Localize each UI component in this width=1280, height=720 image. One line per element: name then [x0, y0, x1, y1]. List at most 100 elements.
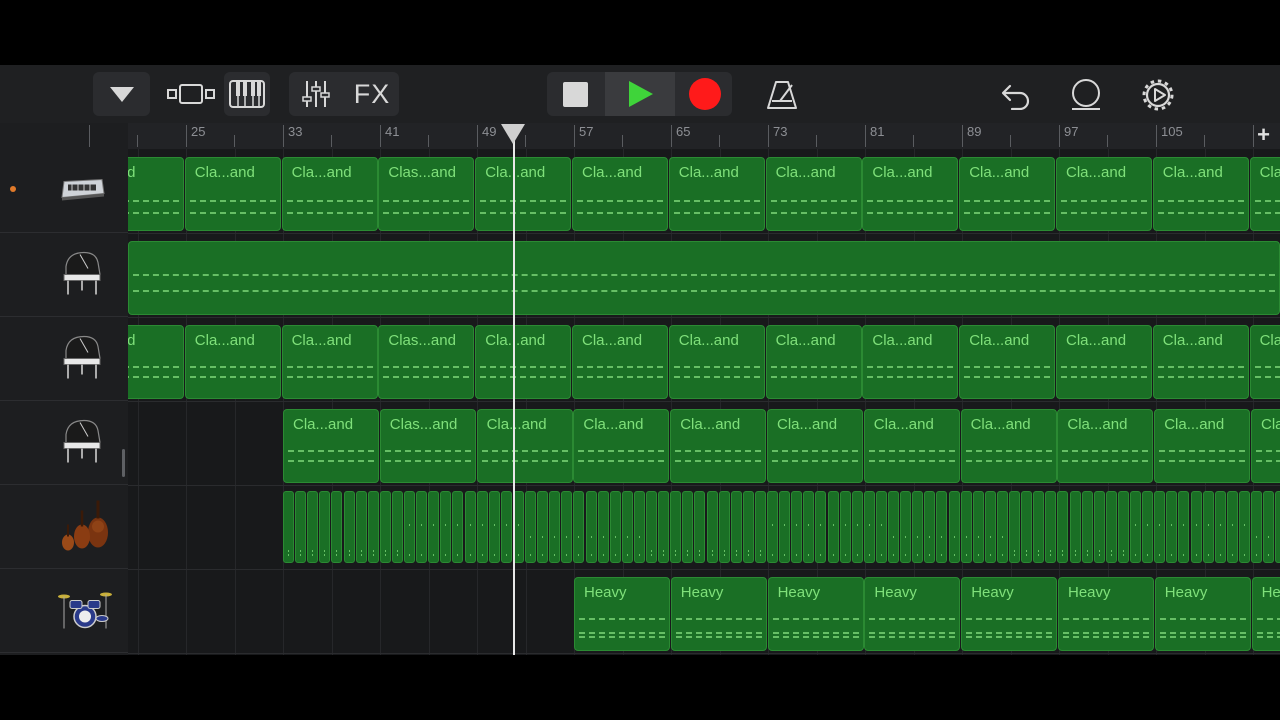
- midi-region[interactable]: [851, 491, 863, 563]
- midi-region[interactable]: [1021, 491, 1033, 563]
- midi-region[interactable]: [585, 491, 597, 563]
- midi-region[interactable]: Cla...and: [862, 157, 959, 231]
- midi-region[interactable]: [1045, 491, 1057, 563]
- midi-region[interactable]: Heavy: [864, 577, 961, 651]
- midi-region[interactable]: Cla...and: [1152, 157, 1249, 231]
- midi-region[interactable]: [1009, 491, 1020, 563]
- midi-region[interactable]: [742, 491, 754, 563]
- tracks-area[interactable]: ...andCla...andCla...andClas...andCla...…: [128, 149, 1280, 655]
- midi-region[interactable]: [1275, 491, 1280, 563]
- fx-button[interactable]: FX: [345, 72, 399, 116]
- midi-region[interactable]: Clas...and: [379, 409, 476, 483]
- midi-region[interactable]: Cla...and: [283, 409, 379, 483]
- midi-region[interactable]: [996, 491, 1008, 563]
- midi-region[interactable]: Cla...and: [281, 325, 378, 399]
- midi-region[interactable]: Cla...and: [765, 157, 862, 231]
- timeline-ruler[interactable]: + 25 33 41 49 57 65 73 81 89 97 105: [89, 122, 1280, 149]
- midi-region[interactable]: [355, 491, 367, 563]
- undo-button[interactable]: [994, 73, 1038, 117]
- midi-region[interactable]: Cla...and: [862, 325, 959, 399]
- midi-region[interactable]: [367, 491, 379, 563]
- midi-region[interactable]: Cla...and: [960, 409, 1057, 483]
- midi-region[interactable]: [1251, 491, 1262, 563]
- track-view-menu-button[interactable]: [93, 72, 150, 116]
- midi-region[interactable]: [1130, 491, 1141, 563]
- midi-region[interactable]: [694, 491, 706, 563]
- midi-region[interactable]: [1117, 491, 1129, 563]
- midi-region[interactable]: [428, 491, 440, 563]
- midi-region[interactable]: [319, 491, 331, 563]
- midi-region[interactable]: ...and: [128, 325, 184, 399]
- midi-region[interactable]: [440, 491, 452, 563]
- midi-region[interactable]: Heavy: [1058, 577, 1154, 651]
- midi-region[interactable]: Cla...and: [767, 409, 863, 483]
- midi-region[interactable]: Heavy: [961, 577, 1058, 651]
- metronome-button[interactable]: [760, 73, 804, 117]
- midi-region[interactable]: [391, 491, 403, 563]
- midi-region[interactable]: [1214, 491, 1226, 563]
- midi-region[interactable]: [1263, 491, 1275, 563]
- midi-region[interactable]: [839, 491, 851, 563]
- midi-region[interactable]: [1033, 491, 1045, 563]
- midi-region[interactable]: [295, 491, 307, 563]
- midi-region[interactable]: Cla: [1249, 157, 1280, 231]
- play-button[interactable]: [605, 72, 675, 116]
- midi-region[interactable]: [1057, 491, 1069, 563]
- midi-region[interactable]: Cla...and: [475, 325, 572, 399]
- midi-region[interactable]: [488, 491, 500, 563]
- midi-region[interactable]: Cla...and: [1057, 409, 1154, 483]
- midi-region[interactable]: [682, 491, 694, 563]
- midi-region[interactable]: [343, 491, 355, 563]
- midi-region[interactable]: [597, 491, 609, 563]
- vertical-scroll-indicator[interactable]: [122, 449, 125, 477]
- midi-region[interactable]: [452, 491, 464, 563]
- midi-region[interactable]: Cla...and: [1056, 157, 1152, 231]
- midi-region[interactable]: [1142, 491, 1154, 563]
- midi-region[interactable]: [646, 491, 657, 563]
- midi-region[interactable]: Cla...and: [281, 157, 378, 231]
- keyboard-button[interactable]: [224, 72, 270, 116]
- midi-region[interactable]: Cla...and: [959, 325, 1056, 399]
- add-section-button[interactable]: +: [1257, 122, 1270, 148]
- midi-region[interactable]: [1226, 491, 1238, 563]
- stop-button[interactable]: [547, 72, 603, 116]
- midi-region[interactable]: [464, 491, 476, 563]
- track-header[interactable]: [0, 317, 128, 401]
- loop-browser-button[interactable]: [1064, 73, 1108, 117]
- midi-region[interactable]: [609, 491, 621, 563]
- track-header[interactable]: [0, 485, 128, 569]
- midi-region[interactable]: Cla...and: [184, 157, 281, 231]
- midi-region[interactable]: [754, 491, 766, 563]
- midi-region[interactable]: [936, 491, 948, 563]
- midi-region[interactable]: Cla...and: [959, 157, 1056, 231]
- midi-region[interactable]: Cla...and: [572, 157, 668, 231]
- midi-region[interactable]: [1154, 491, 1166, 563]
- midi-region[interactable]: [948, 491, 960, 563]
- midi-region[interactable]: Cla...and: [1056, 325, 1152, 399]
- midi-region[interactable]: [621, 491, 633, 563]
- midi-region[interactable]: Cla...and: [476, 409, 573, 483]
- midi-region[interactable]: Cla: [1251, 409, 1280, 483]
- midi-region[interactable]: [537, 491, 549, 563]
- mixer-button[interactable]: [293, 72, 339, 116]
- midi-region[interactable]: Cla...and: [184, 325, 281, 399]
- tracks-view-button[interactable]: [164, 72, 219, 116]
- midi-region[interactable]: Clas...and: [378, 157, 475, 231]
- midi-region[interactable]: Cla: [1249, 325, 1280, 399]
- track-header[interactable]: [0, 401, 128, 485]
- midi-region[interactable]: [525, 491, 536, 563]
- midi-region[interactable]: He: [1251, 577, 1280, 651]
- midi-region[interactable]: [476, 491, 488, 563]
- midi-region[interactable]: Heavy: [574, 577, 670, 651]
- midi-region[interactable]: [718, 491, 730, 563]
- midi-region[interactable]: Cla...and: [572, 325, 668, 399]
- midi-region[interactable]: [803, 491, 815, 563]
- midi-region[interactable]: [561, 491, 573, 563]
- playhead[interactable]: [513, 124, 515, 655]
- midi-region[interactable]: Cla...and: [670, 409, 767, 483]
- midi-region[interactable]: [1069, 491, 1081, 563]
- midi-region[interactable]: [1105, 491, 1117, 563]
- midi-region[interactable]: [573, 491, 585, 563]
- midi-region[interactable]: Cla...and: [1154, 409, 1251, 483]
- midi-region[interactable]: [1190, 491, 1202, 563]
